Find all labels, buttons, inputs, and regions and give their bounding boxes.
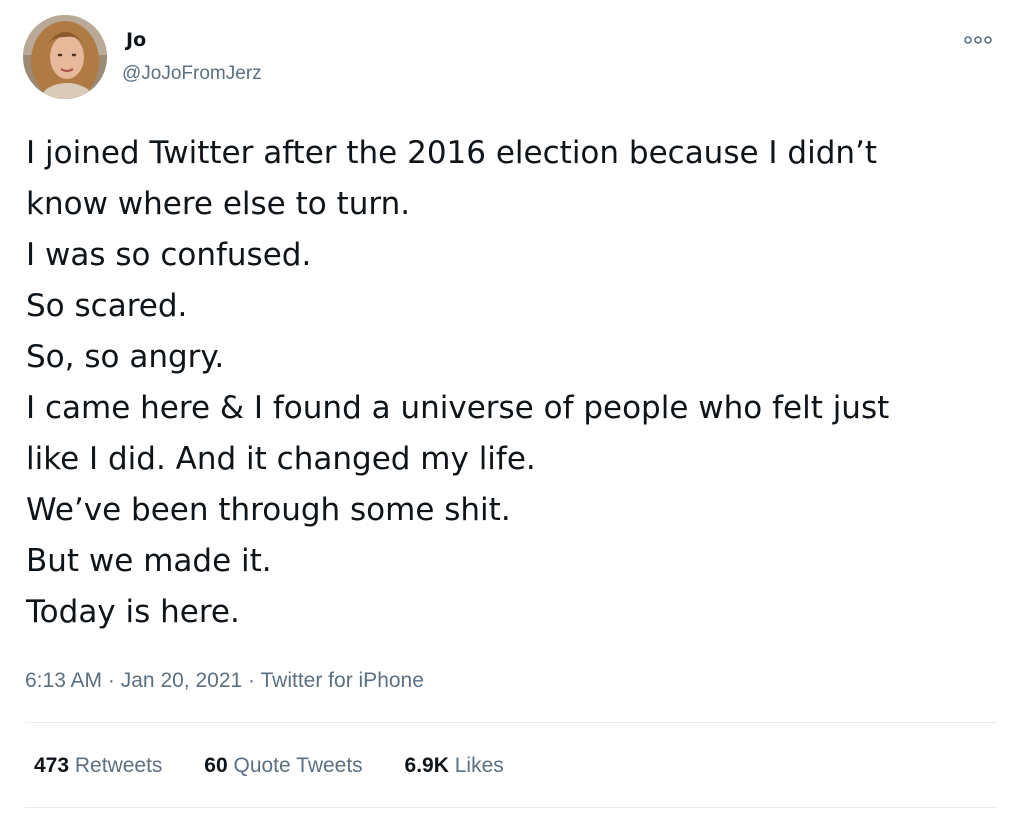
quote-tweets-stat[interactable]: 60 Quote Tweets	[204, 752, 362, 780]
likes-stat[interactable]: 6.9K Likes	[405, 752, 504, 780]
divider	[25, 722, 997, 723]
tweet-line: We’ve been through some shit.	[26, 492, 511, 528]
retweets-stat[interactable]: 473 Retweets	[34, 752, 162, 780]
meta-separator: ·	[107, 669, 115, 692]
tweet-line: like I did. And it changed my life.	[26, 441, 536, 477]
quote-tweets-count: 60	[204, 754, 228, 777]
tweet-line: I came here & I found a universe of peop…	[26, 390, 890, 426]
tweet-stats: 473 Retweets 60 Quote Tweets 6.9K Likes	[34, 752, 540, 780]
more-options-button[interactable]	[960, 28, 1000, 52]
tweet-line: So, so angry.	[26, 339, 225, 375]
avatar[interactable]	[23, 15, 107, 99]
likes-label: Likes	[454, 754, 504, 777]
tweet-line: know where else to turn.	[26, 186, 411, 222]
divider	[25, 807, 997, 808]
user-handle[interactable]: @JoJoFromJerz	[122, 62, 262, 86]
tweet-meta: 6:13 AM · Jan 20, 2021 · Twitter for iPh…	[25, 667, 424, 695]
retweets-label: Retweets	[74, 754, 163, 777]
tweet-line: Today is here.	[26, 594, 240, 630]
tweet-card: Jo @JoJoFromJerz I joined Twitter after …	[0, 0, 1024, 816]
profile-photo-icon	[23, 15, 107, 99]
tweet-text: I joined Twitter after the 2016 election…	[26, 128, 1001, 638]
display-name[interactable]: Jo	[126, 28, 146, 52]
tweet-line: But we made it.	[26, 543, 272, 579]
tweet-line: I joined Twitter after the 2016 election…	[26, 135, 878, 171]
meta-separator: ·	[248, 669, 256, 692]
quote-tweets-label: Quote Tweets	[233, 754, 363, 777]
tweet-line: I was so confused.	[26, 237, 312, 273]
tweet-time[interactable]: 6:13 AM	[25, 669, 102, 692]
likes-count: 6.9K	[404, 754, 449, 777]
tweet-source[interactable]: Twitter for iPhone	[261, 669, 424, 692]
more-options-icon	[964, 36, 992, 44]
tweet-line: So scared.	[26, 288, 188, 324]
retweets-count: 473	[34, 754, 70, 777]
tweet-date[interactable]: Jan 20, 2021	[121, 669, 242, 692]
